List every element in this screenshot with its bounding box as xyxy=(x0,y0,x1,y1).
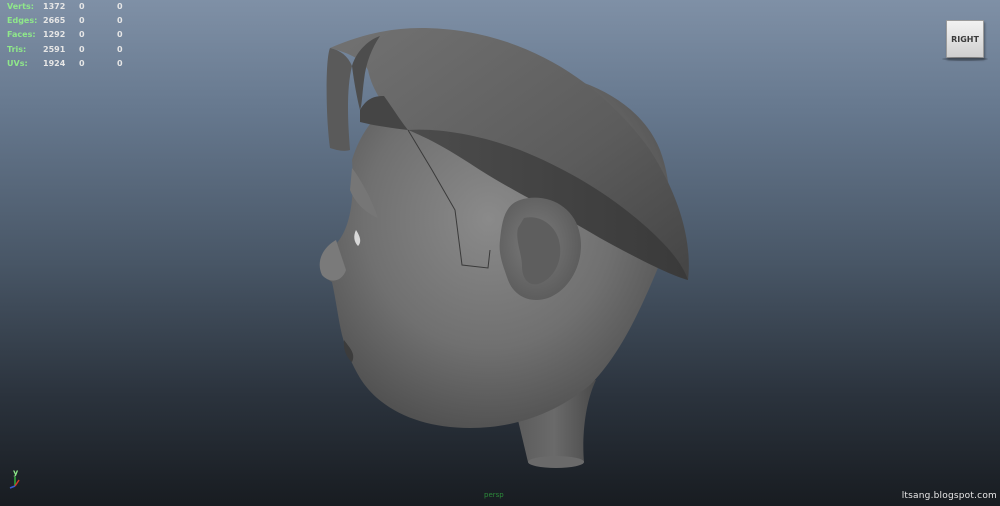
hud-selected: 0 xyxy=(79,58,85,68)
hud-row: Tris: 2591 0 0 xyxy=(7,43,137,57)
helmet-fin-left xyxy=(326,48,352,151)
hud-row: Edges: 2665 0 0 xyxy=(7,14,137,28)
viewcube-label: RIGHT xyxy=(951,34,979,44)
hud-component: 0 xyxy=(117,58,123,68)
hud-row: Verts: 1372 0 0 xyxy=(7,0,137,14)
maya-viewport[interactable]: Verts: 1372 0 0 Edges: 2665 0 0 Faces: 1292 0 0 Tris… xyxy=(0,0,1000,506)
hud-label: Edges: xyxy=(7,16,38,26)
viewcube-shadow xyxy=(942,57,988,61)
hud-value: 1372 xyxy=(43,2,66,11)
hud-value: 1292 xyxy=(43,30,66,40)
poly-count-hud: Verts: 1372 0 0 Edges: 2665 0 0 Faces: 1292 0 0 Tris… xyxy=(7,0,137,71)
hud-value: 1924 xyxy=(43,58,66,68)
viewcube-right-face[interactable]: RIGHT xyxy=(946,20,984,58)
hud-label: UVs: xyxy=(7,58,28,68)
hud-component: 0 xyxy=(117,2,123,11)
watermark: ltsang.blogspot.com xyxy=(901,491,997,501)
hud-label: Verts: xyxy=(7,2,34,11)
neck-base xyxy=(528,456,584,468)
hud-row: UVs: 1924 0 0 xyxy=(7,57,137,71)
hud-value: 2591 xyxy=(43,44,66,54)
camera-label: persp xyxy=(484,491,504,499)
hud-component: 0 xyxy=(117,44,123,54)
axis-gizmo: y xyxy=(9,468,20,489)
hud-value: 2665 xyxy=(43,16,66,26)
hud-component: 0 xyxy=(117,16,123,26)
hud-selected: 0 xyxy=(79,30,85,40)
hud-label: Faces: xyxy=(7,30,36,40)
z-axis-line xyxy=(9,485,16,489)
hud-component: 0 xyxy=(117,30,123,40)
hud-selected: 0 xyxy=(79,44,85,54)
hud-row: Faces: 1292 0 0 xyxy=(7,28,137,42)
hud-selected: 0 xyxy=(79,2,85,11)
hud-selected: 0 xyxy=(79,16,85,26)
hud-label: Tris: xyxy=(7,44,27,54)
head-model[interactable] xyxy=(0,0,1000,506)
y-axis-label: y xyxy=(13,468,19,477)
